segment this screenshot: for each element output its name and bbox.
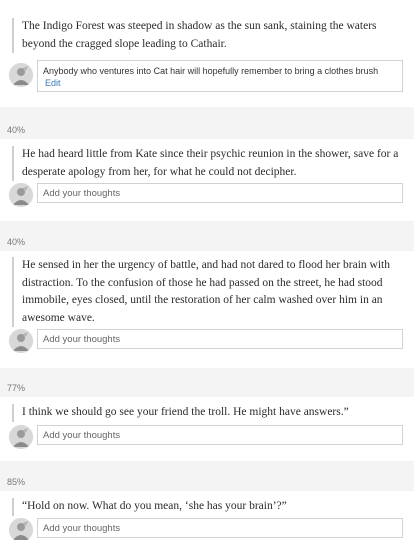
highlight-card: He sensed in her the urgency of battle, … [0,251,414,368]
highlight-card: The Indigo Forest was steeped in shadow … [0,0,414,107]
user-avatar[interactable] [9,329,33,353]
user-avatar[interactable] [9,425,33,449]
highlight-quote: He sensed in her the urgency of battle, … [12,257,406,327]
highlight-card: I think we should go see your friend the… [0,397,414,461]
highlight-card: He had heard little from Kate since thei… [0,139,414,221]
add-thoughts-input[interactable]: Add your thoughts [37,329,403,349]
progress-percent: 77% [7,383,26,393]
add-thoughts-input[interactable]: Add your thoughts [37,425,403,445]
progress-percent: 40% [7,125,26,135]
highlight-quote: The Indigo Forest was steeped in shadow … [12,18,406,53]
progress-percent: 40% [7,237,26,247]
user-avatar[interactable] [9,518,33,540]
user-avatar[interactable] [9,183,33,207]
highlight-quote: He had heard little from Kate since thei… [12,146,406,181]
edit-link[interactable]: Edit [45,78,61,88]
add-thoughts-input[interactable]: Add your thoughts [37,183,403,203]
comment-text: Anybody who ventures into Cat hair will … [43,66,379,76]
add-thoughts-input[interactable]: Add your thoughts [37,518,403,538]
progress-percent: 85% [7,477,26,487]
highlight-quote: I think we should go see your friend the… [12,404,406,422]
highlight-card: “Hold on now. What do you mean, ‘she has… [0,491,414,540]
comment-box: Anybody who ventures into Cat hair will … [37,60,403,92]
highlight-quote: “Hold on now. What do you mean, ‘she has… [12,498,406,516]
user-avatar[interactable] [9,63,33,87]
